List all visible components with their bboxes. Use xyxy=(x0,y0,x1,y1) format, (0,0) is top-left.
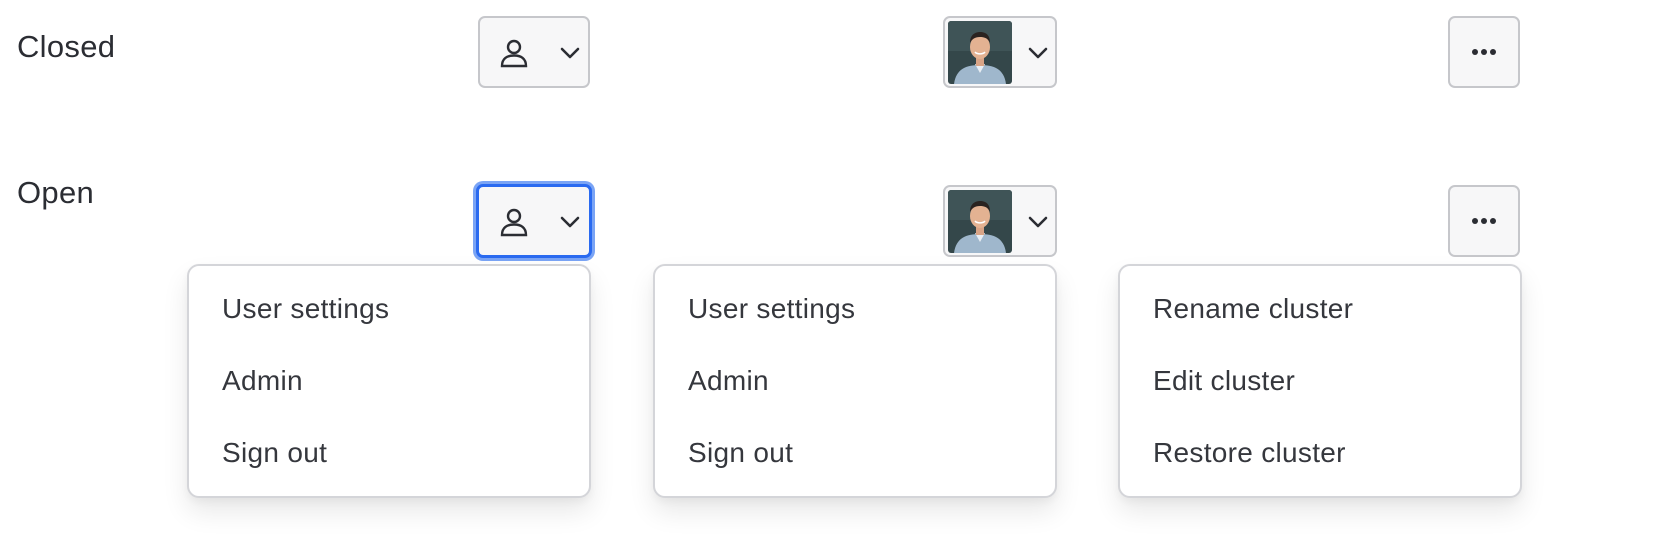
more-actions-button-open[interactable] xyxy=(1448,185,1520,257)
avatar-dropdown-menu: User settings Admin Sign out xyxy=(653,264,1057,498)
chevron-down-icon xyxy=(559,46,581,60)
row-label-closed: Closed xyxy=(17,29,116,64)
avatar-menu-button-open[interactable] xyxy=(943,185,1057,257)
cluster-actions-dropdown-menu: Rename cluster Edit cluster Restore clus… xyxy=(1118,264,1522,498)
menu-item-admin[interactable]: Admin xyxy=(655,362,1055,434)
chevron-down-icon xyxy=(1027,215,1049,229)
avatar xyxy=(948,190,1012,253)
chevron-down-icon xyxy=(559,215,581,229)
avatar-menu-button-closed[interactable] xyxy=(943,16,1057,88)
menu-item-sign-out[interactable]: Sign out xyxy=(655,434,1055,506)
person-icon xyxy=(499,38,529,68)
menu-item-restore-cluster[interactable]: Restore cluster xyxy=(1120,434,1520,506)
avatar xyxy=(948,21,1012,84)
row-label-open: Open xyxy=(17,175,95,210)
menu-item-admin[interactable]: Admin xyxy=(189,362,589,434)
more-horizontal-icon xyxy=(1470,216,1498,226)
more-horizontal-icon xyxy=(1470,47,1498,57)
user-menu-button-open[interactable] xyxy=(476,184,592,258)
menu-item-rename-cluster[interactable]: Rename cluster xyxy=(1120,290,1520,362)
menu-item-edit-cluster[interactable]: Edit cluster xyxy=(1120,362,1520,434)
menu-item-user-settings[interactable]: User settings xyxy=(655,290,1055,362)
person-icon xyxy=(499,207,529,237)
more-actions-button-closed[interactable] xyxy=(1448,16,1520,88)
user-menu-button-closed[interactable] xyxy=(478,16,590,88)
user-dropdown-menu: User settings Admin Sign out xyxy=(187,264,591,498)
menu-item-user-settings[interactable]: User settings xyxy=(189,290,589,362)
chevron-down-icon xyxy=(1027,46,1049,60)
menu-item-sign-out[interactable]: Sign out xyxy=(189,434,589,506)
